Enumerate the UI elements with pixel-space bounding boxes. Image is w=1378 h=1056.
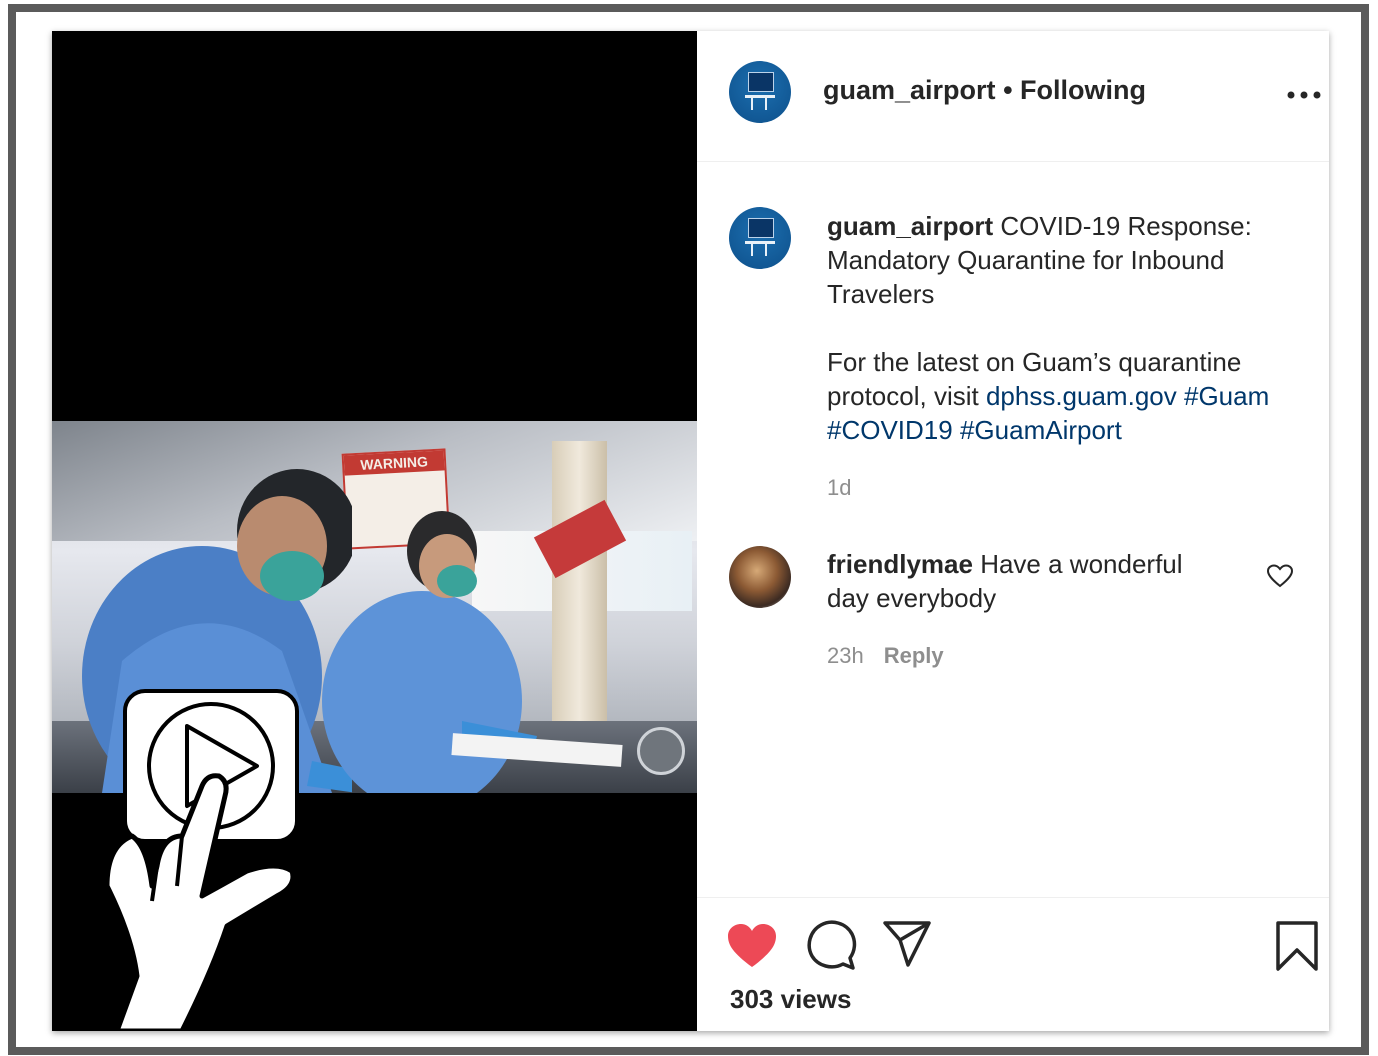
post-author: guam_airport • Following: [823, 75, 1146, 106]
guam-airport-avatar[interactable]: [729, 61, 791, 123]
separator-dot: •: [1003, 75, 1013, 105]
dphss-link[interactable]: dphss.guam.gov: [986, 381, 1177, 411]
caption-avatar[interactable]: [729, 207, 791, 269]
caption-timestamp[interactable]: 1d: [827, 475, 851, 501]
hashtag-guamairport[interactable]: #GuamAirport: [960, 415, 1122, 445]
friendlymae-avatar[interactable]: [729, 546, 791, 608]
share-icon[interactable]: [882, 920, 932, 968]
post-sidebar: guam_airport • Following guam_airport CO…: [697, 31, 1329, 1031]
video-player[interactable]: WARNING: [52, 31, 697, 1031]
like-icon[interactable]: [727, 923, 777, 969]
tap-to-play-icon[interactable]: [107, 686, 347, 1031]
comment: friendlymae Have a wonderful day everybo…: [827, 547, 1227, 615]
following-button[interactable]: Following: [1020, 75, 1146, 105]
comment-timestamp[interactable]: 23h: [827, 643, 864, 668]
comment-username[interactable]: friendlymae: [827, 549, 973, 579]
view-count[interactable]: 303 views: [730, 984, 851, 1015]
caption-username[interactable]: guam_airport: [827, 211, 993, 241]
hashtag-guam[interactable]: #Guam: [1184, 381, 1269, 411]
hashtag-covid19[interactable]: #COVID19: [827, 415, 953, 445]
save-bookmark-icon[interactable]: [1275, 920, 1319, 972]
reply-button[interactable]: Reply: [884, 643, 944, 668]
instagram-post: WARNING guam_airport • Following guam_ai…: [52, 31, 1329, 1031]
more-options-icon[interactable]: [1287, 91, 1321, 99]
post-caption: guam_airport COVID-19 Response: Mandator…: [827, 209, 1297, 481]
action-bar: 303 views: [697, 897, 1329, 1032]
username-link[interactable]: guam_airport: [823, 75, 996, 105]
comment-meta: 23h Reply: [827, 643, 944, 669]
post-header: guam_airport • Following: [697, 31, 1329, 162]
comment-like-icon[interactable]: [1267, 564, 1293, 588]
comment-icon[interactable]: [805, 920, 857, 970]
